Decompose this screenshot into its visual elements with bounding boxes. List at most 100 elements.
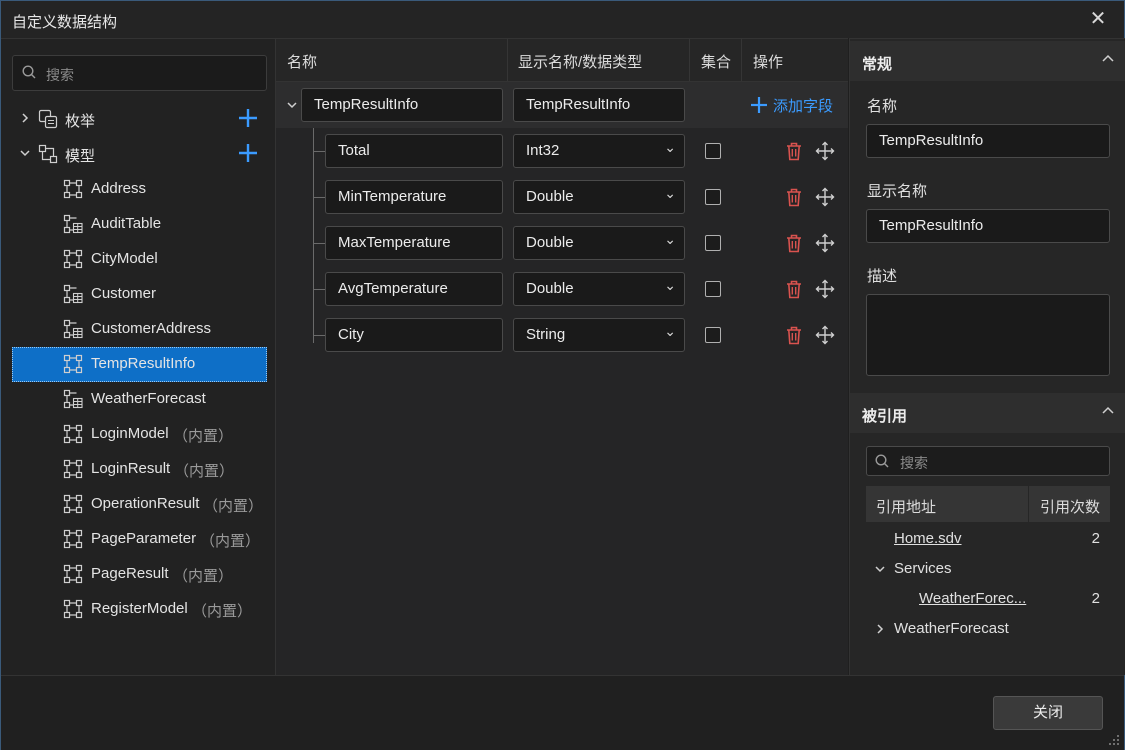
field-name-input[interactable]: AvgTemperature xyxy=(325,272,503,306)
reference-link[interactable]: WeatherForec... xyxy=(919,590,1026,607)
field-name-input[interactable]: MaxTemperature xyxy=(325,226,503,260)
add-model-icon[interactable] xyxy=(237,142,259,164)
model-item[interactable]: AuditTable xyxy=(12,207,267,242)
field-type-select[interactable]: Double xyxy=(513,223,685,260)
field-name-input[interactable]: MinTemperature xyxy=(325,180,503,214)
reference-folder-row[interactable]: Services xyxy=(874,560,1110,588)
move-icon[interactable] xyxy=(815,141,835,161)
delete-icon[interactable] xyxy=(785,325,803,345)
delete-icon[interactable] xyxy=(785,141,803,161)
model-icon xyxy=(63,564,83,584)
column-divider[interactable] xyxy=(507,39,508,81)
dialog-footer: 关闭 xyxy=(1,675,1124,750)
move-icon[interactable] xyxy=(815,187,835,207)
model-item[interactable]: TempResultInfo xyxy=(12,347,267,382)
field-name-input[interactable]: City xyxy=(325,318,503,352)
field-type-select[interactable]: Double xyxy=(513,177,685,214)
tree-connector-line xyxy=(313,289,325,290)
reference-folder-row[interactable]: WeatherForecast xyxy=(874,620,1110,648)
model-icon xyxy=(63,179,83,199)
table-model-icon xyxy=(63,389,83,409)
col-count: 引用次数 xyxy=(1040,499,1101,516)
field-name-input[interactable]: Total xyxy=(325,134,503,168)
search-placeholder: 搜索 xyxy=(46,67,74,83)
chevron-right-icon[interactable] xyxy=(874,623,886,635)
reference-count: 2 xyxy=(1091,530,1100,547)
model-group-icon xyxy=(38,144,58,164)
model-item-label: RegisterModel xyxy=(91,600,188,617)
collection-checkbox[interactable] xyxy=(705,281,721,297)
model-item-label: PageResult xyxy=(91,565,169,582)
references-search-input[interactable]: 搜索 xyxy=(866,446,1110,476)
tree-connector-line xyxy=(313,151,325,152)
model-item[interactable]: OperationResult （内置） xyxy=(12,487,267,522)
references-section-header[interactable]: 被引用 xyxy=(850,393,1125,433)
chevron-down-icon[interactable] xyxy=(874,563,886,575)
root-display-input[interactable]: TempResultInfo xyxy=(513,88,685,122)
search-placeholder: 搜索 xyxy=(900,455,928,471)
model-item[interactable]: Customer xyxy=(12,277,267,312)
tree-connector-line xyxy=(313,197,325,198)
add-field-button[interactable]: 添加字段 xyxy=(750,95,833,116)
collection-checkbox[interactable] xyxy=(705,327,721,343)
table-model-icon xyxy=(63,319,83,339)
delete-icon[interactable] xyxy=(785,279,803,299)
tree-connector-line xyxy=(313,128,314,343)
close-icon[interactable]: ✕ xyxy=(1088,9,1108,29)
close-button[interactable]: 关闭 xyxy=(993,696,1103,730)
display-name-field[interactable]: TempResultInfo xyxy=(866,209,1110,243)
model-item[interactable]: CustomerAddress xyxy=(12,312,267,347)
reference-row[interactable]: WeatherForec... 2 xyxy=(919,590,1110,618)
chevron-right-icon[interactable] xyxy=(19,112,31,124)
model-item[interactable]: CityModel xyxy=(12,242,267,277)
description-textarea[interactable] xyxy=(866,294,1110,376)
root-name-input[interactable]: TempResultInfo xyxy=(301,88,503,122)
column-divider[interactable] xyxy=(1028,486,1029,522)
column-divider[interactable] xyxy=(741,39,742,81)
chevron-down-icon[interactable] xyxy=(286,99,298,111)
collection-checkbox[interactable] xyxy=(705,143,721,159)
field-type-select[interactable]: Int32 xyxy=(513,131,685,168)
model-icon xyxy=(63,424,83,444)
model-item-label: CustomerAddress xyxy=(91,320,212,337)
collection-checkbox[interactable] xyxy=(705,189,721,205)
reference-folder-label: Services xyxy=(894,560,952,577)
table-model-icon xyxy=(63,284,83,304)
general-section-header[interactable]: 常规 xyxy=(850,41,1125,81)
add-enum-icon[interactable] xyxy=(237,107,259,129)
model-item[interactable]: PageParameter （内置） xyxy=(12,522,267,557)
model-item[interactable]: RegisterModel （内置） xyxy=(12,592,267,627)
plus-icon xyxy=(751,97,767,113)
chevron-down-icon[interactable] xyxy=(19,147,31,159)
reference-row[interactable]: Home.sdv 2 xyxy=(894,530,1110,558)
tree-group-enum[interactable]: 枚举 xyxy=(1,102,275,137)
field-type-value: Double xyxy=(526,280,574,297)
model-item-label: CityModel xyxy=(91,250,158,267)
chevron-up-icon[interactable] xyxy=(1101,403,1115,417)
collection-checkbox[interactable] xyxy=(705,235,721,251)
builtin-suffix: （内置） xyxy=(173,568,234,585)
column-divider[interactable] xyxy=(689,39,690,81)
move-icon[interactable] xyxy=(815,233,835,253)
model-item[interactable]: WeatherForecast xyxy=(12,382,267,417)
chevron-up-icon[interactable] xyxy=(1101,51,1115,65)
move-icon[interactable] xyxy=(815,325,835,345)
resize-grip-icon[interactable] xyxy=(1108,734,1120,746)
grid-header: 名称 显示名称/数据类型 集合 操作 xyxy=(276,39,848,82)
model-item[interactable]: PageResult （内置） xyxy=(12,557,267,592)
tree-group-model[interactable]: 模型 xyxy=(1,137,275,172)
header-collection: 集合 xyxy=(701,54,732,71)
delete-icon[interactable] xyxy=(785,233,803,253)
model-item[interactable]: LoginModel （内置） xyxy=(12,417,267,452)
tree-search-input[interactable]: 搜索 xyxy=(12,55,267,91)
model-item[interactable]: LoginResult （内置） xyxy=(12,452,267,487)
model-item[interactable]: Address xyxy=(12,172,267,207)
field-type-select[interactable]: Double xyxy=(513,269,685,306)
field-type-select[interactable]: String xyxy=(513,315,685,352)
reference-link[interactable]: Home.sdv xyxy=(894,530,962,547)
model-icon xyxy=(63,459,83,479)
delete-icon[interactable] xyxy=(785,187,803,207)
model-icon xyxy=(63,249,83,269)
move-icon[interactable] xyxy=(815,279,835,299)
name-field[interactable]: TempResultInfo xyxy=(866,124,1110,158)
